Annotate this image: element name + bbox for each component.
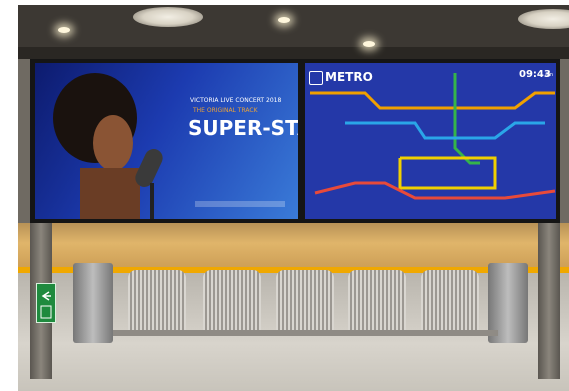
metro-line [310, 91, 555, 110]
singer-illustration [53, 73, 163, 219]
exit-sign [36, 283, 56, 323]
concert-headline: VICTORIA LIVE CONCERT 2018 [190, 97, 282, 104]
ceiling-lamp [363, 41, 375, 47]
metro-map: METRO 09:43 am [305, 63, 556, 219]
concert-ad: VICTORIA LIVE CONCERT 2018 THE ORIGINAL … [35, 63, 298, 219]
ticket-band [195, 201, 285, 207]
bench-seat [276, 270, 334, 332]
ceiling-light-fixture [133, 7, 203, 27]
bench-rail [113, 330, 498, 336]
concert-subtitle: THE ORIGINAL TRACK [193, 107, 258, 114]
metro-line [314, 181, 556, 200]
exit-arrow-icon [40, 291, 52, 319]
bench-seat [348, 270, 406, 332]
metro-lines [310, 73, 556, 200]
bench-seat [421, 270, 479, 332]
metro-line [398, 156, 497, 190]
bench-seat [203, 270, 261, 332]
metro-line [345, 121, 545, 140]
station-scene: VICTORIA LIVE CONCERT 2018 THE ORIGINAL … [18, 5, 569, 391]
ceiling-lamp [278, 17, 290, 23]
ceiling [18, 5, 569, 59]
ceiling-lamp [58, 27, 70, 33]
concert-title: SUPER-STAR [188, 116, 298, 140]
bench-seat [128, 270, 186, 332]
trash-bin [73, 263, 113, 343]
metro-line [453, 73, 480, 165]
